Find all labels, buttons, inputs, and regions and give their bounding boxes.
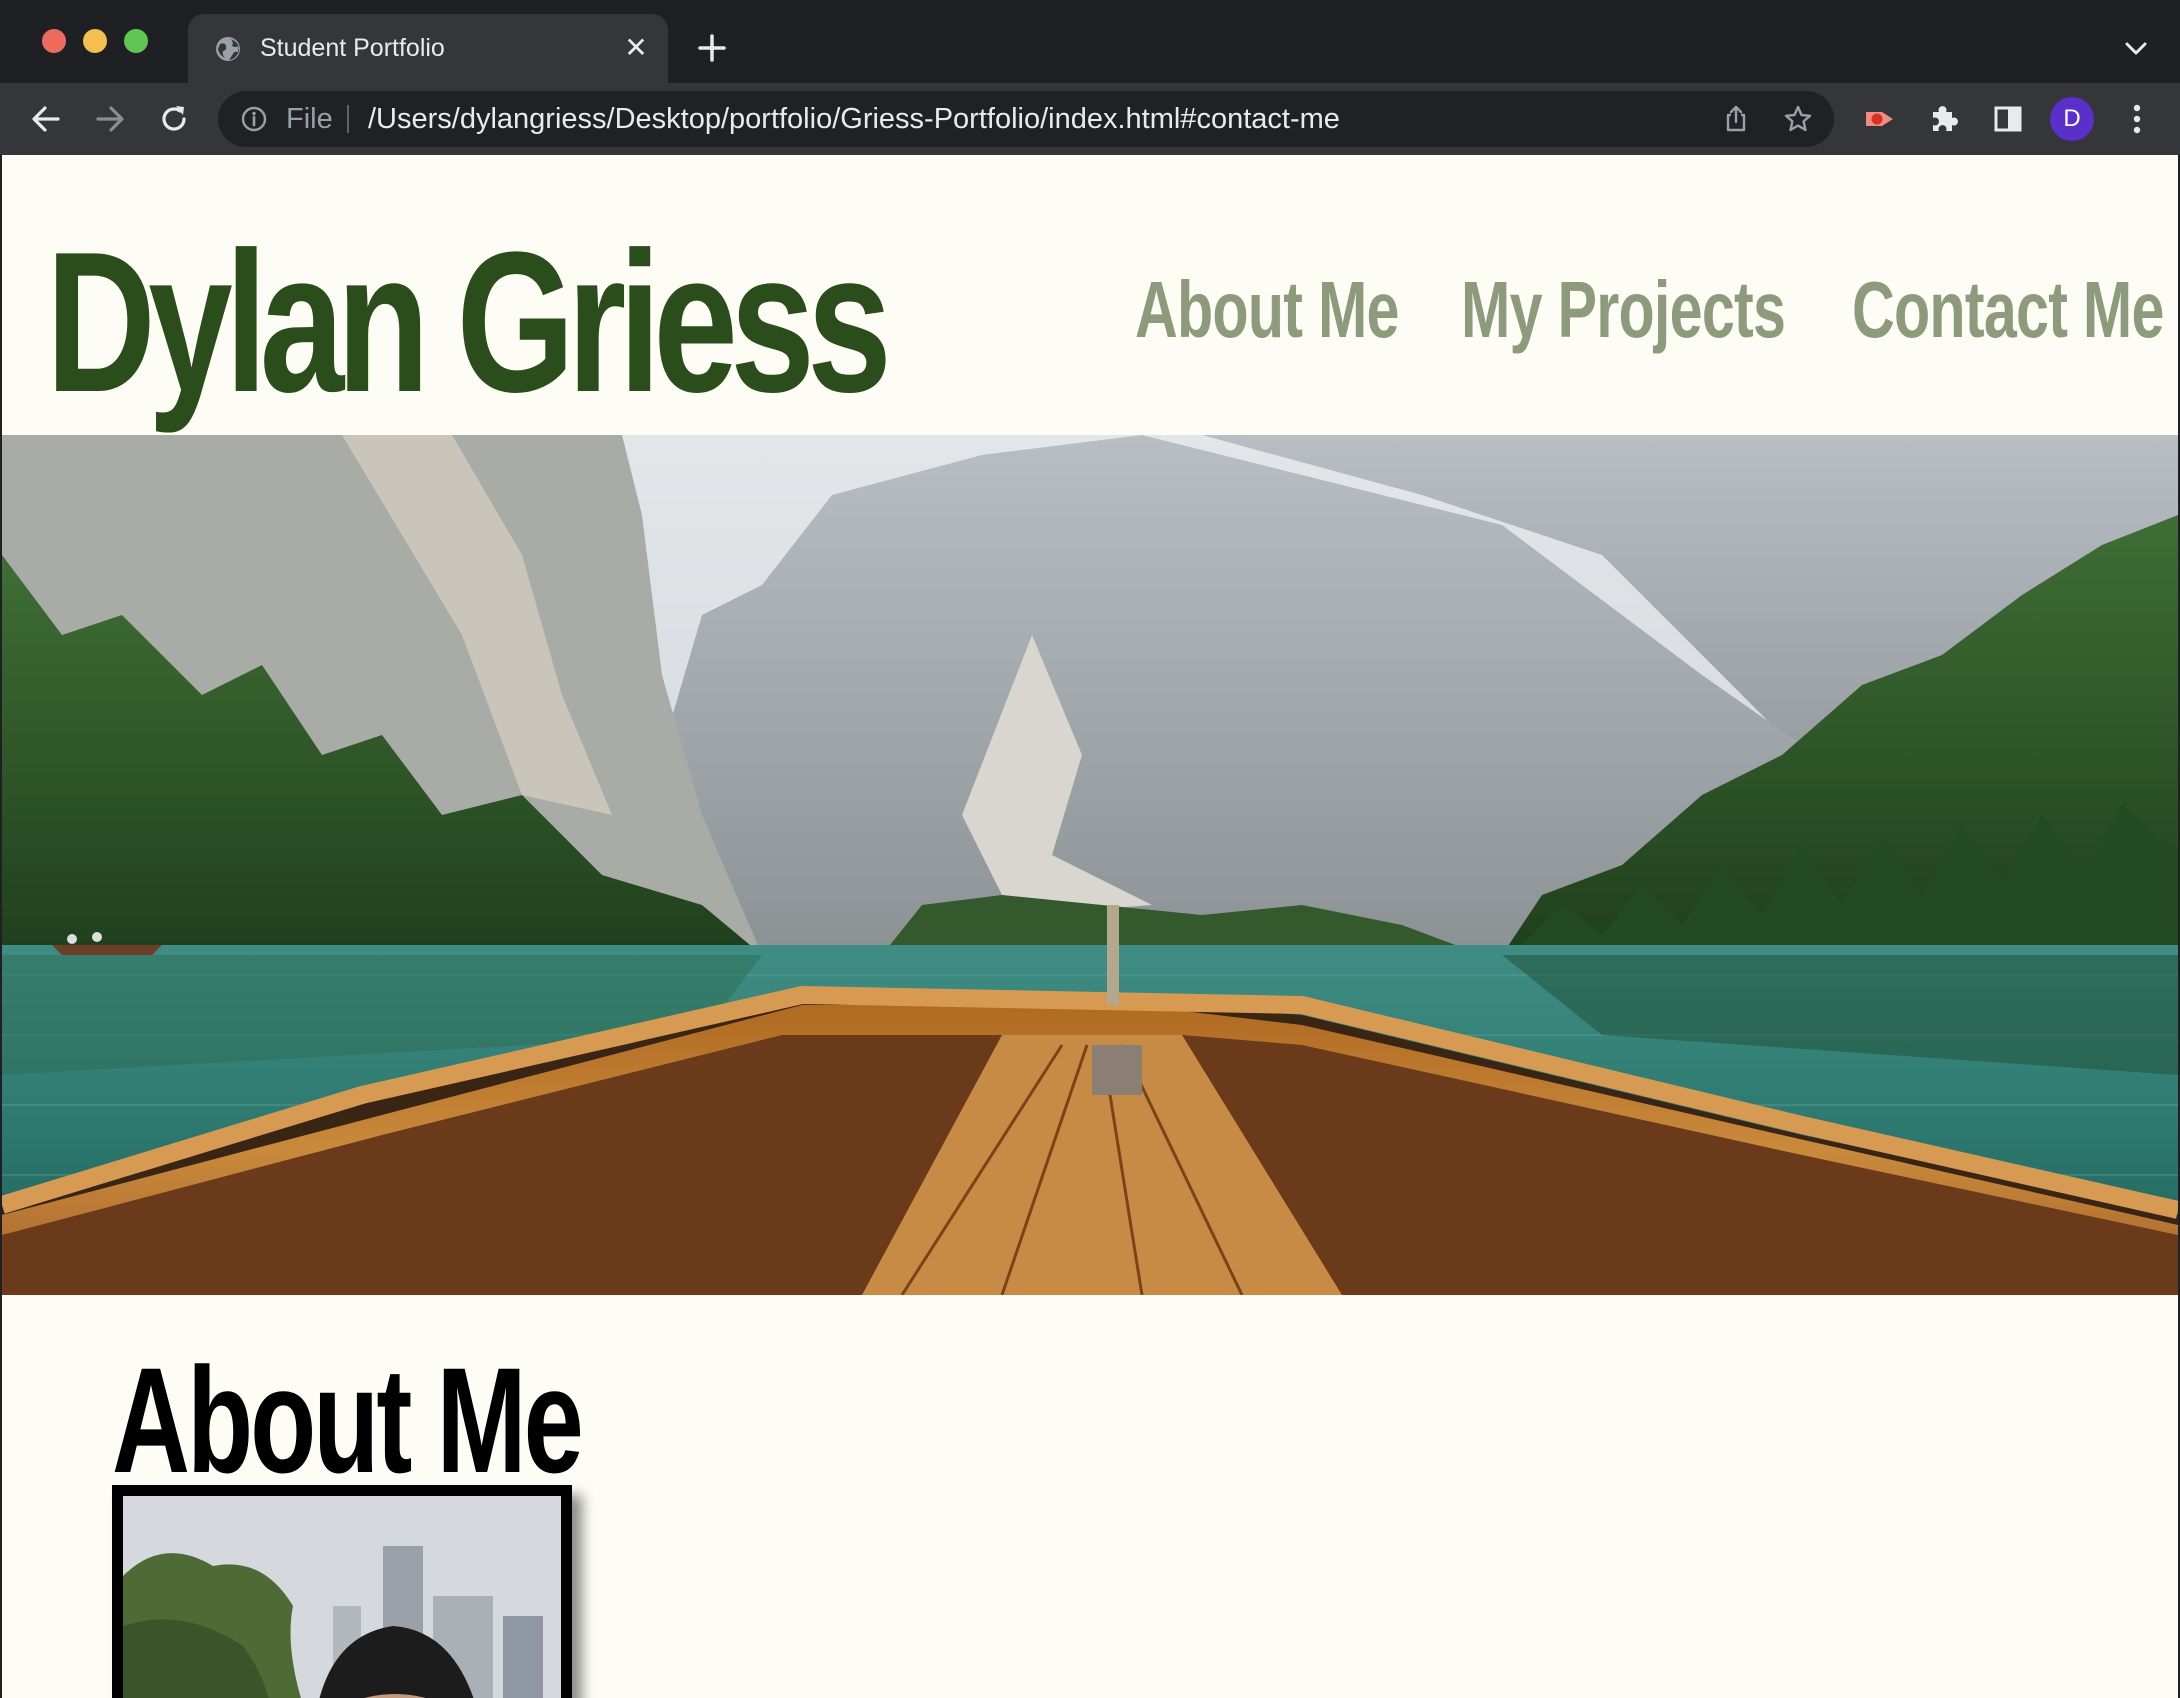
- profile-avatar[interactable]: D: [2050, 97, 2094, 141]
- bookmark-star-icon[interactable]: [1782, 103, 1814, 135]
- main-nav: About Me My Projects Contact Me: [2, 250, 2178, 370]
- tab-search-chevron-icon[interactable]: [2118, 32, 2154, 64]
- reload-icon[interactable]: [154, 99, 194, 139]
- minimize-window-button[interactable]: [83, 29, 107, 53]
- browser-titlebar: Student Portfolio ✕: [0, 0, 2180, 83]
- extension-screen-recorder-icon[interactable]: [1860, 99, 1900, 139]
- url-text[interactable]: /Users/dylangriess/Desktop/portfolio/Gri…: [368, 102, 1340, 136]
- share-icon[interactable]: [1720, 103, 1752, 135]
- forward-arrow-icon[interactable]: [90, 99, 130, 139]
- side-panel-icon[interactable]: [1988, 99, 2028, 139]
- extensions-puzzle-icon[interactable]: [1924, 99, 1964, 139]
- browser-toolbar: File /Users/dylangriess/Desktop/portfoli…: [0, 83, 2180, 155]
- tab-title: Student Portfolio: [260, 34, 445, 62]
- nav-link-contact-me[interactable]: Contact Me: [1852, 250, 2164, 370]
- tab-close-icon[interactable]: ✕: [620, 32, 652, 64]
- portrait-illustration: [123, 1496, 561, 1698]
- site-info-icon[interactable]: [240, 105, 268, 133]
- page-viewport: Dylan Griess About Me My Projects Contac…: [2, 155, 2178, 1698]
- globe-icon: [216, 37, 240, 61]
- browser-tab[interactable]: Student Portfolio ✕: [188, 14, 668, 83]
- hero-lake-boat-illustration: [2, 435, 2178, 1295]
- maximize-window-button[interactable]: [124, 29, 148, 53]
- back-arrow-icon[interactable]: [26, 99, 66, 139]
- browser-menu-kebab-icon[interactable]: [2122, 99, 2152, 139]
- nav-link-my-projects[interactable]: My Projects: [1461, 250, 1786, 370]
- scheme-label: File: [286, 103, 333, 135]
- address-bar[interactable]: File /Users/dylangriess/Desktop/portfoli…: [218, 91, 1834, 147]
- close-window-button[interactable]: [42, 29, 66, 53]
- address-divider: [347, 105, 349, 133]
- hero-image: [2, 435, 2178, 1295]
- new-tab-plus-icon[interactable]: [692, 28, 732, 68]
- about-me-heading: About Me: [112, 1336, 584, 1504]
- profile-photo: [112, 1485, 572, 1698]
- nav-link-about-me[interactable]: About Me: [1135, 250, 1399, 370]
